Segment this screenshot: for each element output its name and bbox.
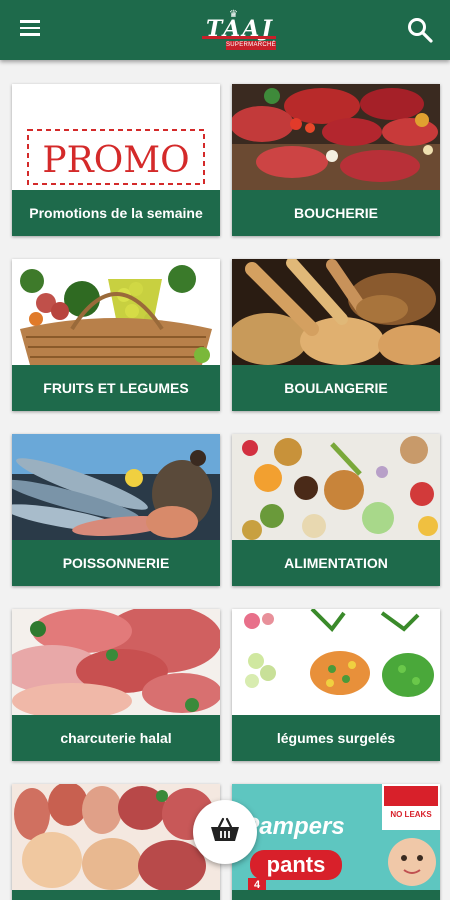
category-card-charcuterie[interactable]: charcuterie halal — [12, 609, 220, 761]
promo-image-text: PROMO — [42, 140, 189, 181]
fish-image — [12, 434, 220, 540]
category-label — [232, 890, 440, 900]
svg-text:NO LEAKS: NO LEAKS — [390, 810, 432, 819]
cart-button[interactable] — [193, 800, 257, 864]
category-label: BOULANGERIE — [232, 365, 440, 411]
basket-icon — [210, 817, 240, 848]
category-card-alimentation[interactable]: ALIMENTATION — [232, 434, 440, 586]
app-header: ♛ TAAJ SUPERMARCHÉ — [0, 0, 450, 60]
category-label: POISSONNERIE — [12, 540, 220, 586]
category-card-boucherie[interactable]: BOUCHERIE — [232, 84, 440, 236]
category-label: FRUITS ET LEGUMES — [12, 365, 220, 411]
category-card-boulangerie[interactable]: BOULANGERIE — [232, 259, 440, 411]
category-label: Promotions de la semaine — [12, 190, 220, 236]
svg-text:4: 4 — [254, 879, 261, 890]
meat-image — [232, 84, 440, 190]
category-card-promotions[interactable]: PROMO Promotions de la semaine — [12, 84, 220, 236]
category-card-viande[interactable] — [12, 784, 220, 900]
category-card-poissonnerie[interactable]: POISSONNERIE — [12, 434, 220, 586]
promo-image: PROMO — [12, 84, 220, 190]
category-grid: PROMO Promotions de la semaine BOUCHERIE… — [0, 60, 450, 900]
svg-text:Pampers: Pampers — [243, 813, 344, 840]
charcuterie-image — [12, 609, 220, 715]
meat-cuts-image — [12, 784, 220, 890]
category-card-legumes-surgeles[interactable]: légumes surgelés — [232, 609, 440, 761]
category-card-hygiene[interactable]: NO LEAKS Pampers pants 4 — [232, 784, 440, 900]
taaj-logo: ♛ TAAJ SUPERMARCHÉ — [192, 10, 284, 52]
category-label: BOUCHERIE — [232, 190, 440, 236]
category-label: ALIMENTATION — [232, 540, 440, 586]
bread-image — [232, 259, 440, 365]
svg-text:pants: pants — [267, 852, 326, 877]
category-label: légumes surgelés — [232, 715, 440, 761]
fruit-basket-image — [12, 259, 220, 365]
search-icon[interactable] — [406, 16, 434, 44]
frozen-vegetables-image — [232, 609, 440, 715]
category-label — [12, 890, 220, 900]
category-card-fruits-legumes[interactable]: FRUITS ET LEGUMES — [12, 259, 220, 411]
pampers-image: NO LEAKS Pampers pants 4 — [232, 784, 440, 890]
menu-icon[interactable] — [20, 16, 64, 46]
groceries-image — [232, 434, 440, 540]
category-label: charcuterie halal — [12, 715, 220, 761]
